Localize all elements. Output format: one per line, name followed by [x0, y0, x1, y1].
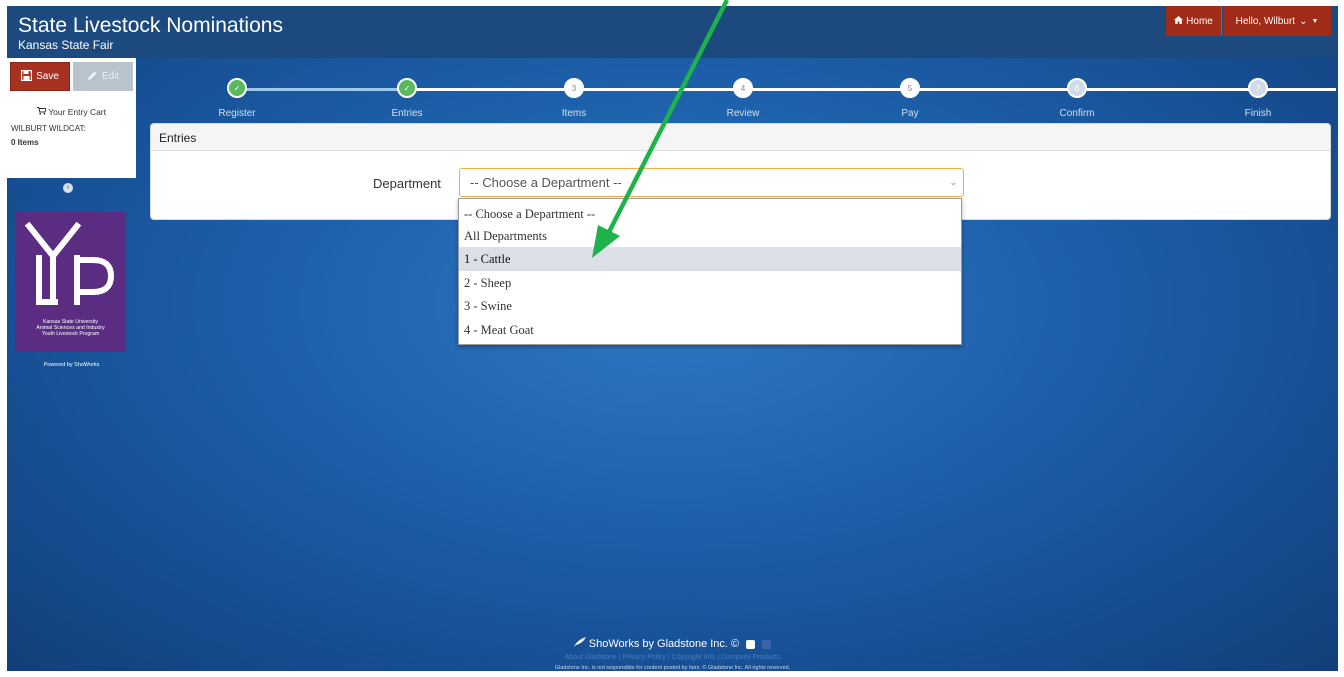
- step-connector: [406, 88, 1336, 91]
- step-finish-label: Finish: [1244, 108, 1272, 119]
- step-entries[interactable]: ✓: [397, 78, 417, 98]
- footer-link-copyright[interactable]: Copyright Info: [672, 654, 716, 661]
- caret-down-icon: ▼: [1311, 17, 1319, 25]
- step-items[interactable]: 3: [564, 78, 584, 98]
- twitter-icon[interactable]: [746, 639, 756, 649]
- facebook-icon[interactable]: [762, 639, 772, 649]
- user-menu-label: Hello, Wilburt: [1235, 15, 1296, 27]
- footer-brand: ShoWorks by Gladstone Inc. ©: [7, 637, 1338, 650]
- department-option[interactable]: 3 - Swine: [459, 294, 961, 318]
- chevron-down-icon: ⌄: [949, 177, 957, 187]
- step-register[interactable]: ✓: [227, 78, 247, 98]
- footer-brand-label: ShoWorks by Gladstone Inc. ©: [588, 638, 740, 650]
- step-pay[interactable]: 5: [900, 78, 920, 98]
- footer-links: About Gladstone | Privacy Policy | Copyr…: [564, 654, 781, 661]
- step-confirm[interactable]: 6: [1067, 78, 1087, 98]
- department-options-list: -- Choose a Department -- All Department…: [458, 198, 962, 345]
- lyp-logo-caption: Kansas State University Animal Sciences a…: [36, 319, 105, 338]
- step-number: 4: [740, 83, 746, 93]
- department-option[interactable]: -- Choose a Department --: [459, 202, 961, 226]
- step-connector: [236, 88, 406, 91]
- panel-heading: Entries: [151, 124, 1330, 151]
- sidebar-collapse-toggle[interactable]: ‹: [63, 183, 73, 193]
- home-label: Home: [1186, 15, 1213, 27]
- cart-owner: WILBURT WILDCAT:: [11, 124, 86, 133]
- department-label: Department: [373, 176, 441, 191]
- top-navbar: State Livestock Nominations Kansas State…: [7, 6, 1338, 58]
- step-number: 7: [1255, 83, 1261, 93]
- lyp-monogram: [24, 221, 115, 305]
- progress-stepper: ✓ Register ✓ Entries 3 Items 4 Review 5 …: [150, 76, 1336, 126]
- app-subtitle: Kansas State Fair: [18, 38, 114, 52]
- footer-link-products[interactable]: Company Products: [721, 654, 781, 661]
- edit-label: Edit: [101, 71, 120, 82]
- department-option[interactable]: 4 - Meat Goat: [459, 318, 961, 342]
- step-review-label: Review: [726, 108, 760, 119]
- step-number: 5: [907, 83, 913, 93]
- department-select-value: -- Choose a Department --: [470, 175, 622, 190]
- department-option-cattle[interactable]: 1 - Cattle: [459, 247, 961, 271]
- app-title: State Livestock Nominations: [18, 14, 283, 37]
- powered-by: Powered by ShoWorks: [43, 362, 100, 368]
- panel-title: Entries: [159, 131, 197, 145]
- home-icon: [1174, 15, 1184, 27]
- step-review[interactable]: 4: [733, 78, 753, 98]
- department-select[interactable]: -- Choose a Department -- ⌄: [459, 168, 964, 197]
- save-button[interactable]: Save: [10, 62, 70, 91]
- footer-link-privacy[interactable]: Privacy Policy: [622, 654, 666, 661]
- step-items-label: Items: [561, 108, 587, 119]
- step-number: 3: [571, 83, 577, 93]
- step-register-label: Register: [218, 108, 256, 119]
- cart-title[interactable]: Your Entry Cart: [7, 107, 136, 117]
- step-pay-label: Pay: [901, 108, 919, 119]
- step-finish[interactable]: 7: [1248, 78, 1268, 98]
- user-menu[interactable]: Hello, Wilburt ⌄ ▼: [1223, 6, 1331, 36]
- step-entries-label: Entries: [391, 108, 423, 119]
- chevron-down-icon: ⌄: [1299, 15, 1308, 27]
- cart-icon: [36, 107, 48, 117]
- edit-button[interactable]: Edit: [73, 62, 133, 91]
- entry-cart-card: Save Edit Your Entry Cart WILBURT WILDCA…: [7, 58, 136, 178]
- department-option[interactable]: 2 - Sheep: [459, 271, 961, 295]
- save-icon: [20, 69, 33, 84]
- save-label: Save: [36, 71, 59, 82]
- footer-disclaimer: Gladstone Inc. is not responsible for co…: [554, 665, 791, 671]
- home-link[interactable]: Home: [1166, 6, 1222, 36]
- edit-icon: [87, 70, 98, 84]
- chevron-left-icon: ‹: [66, 184, 70, 191]
- department-option[interactable]: All Departments: [459, 224, 961, 248]
- footer-link-about[interactable]: About Gladstone: [564, 654, 616, 661]
- lyp-logo: Kansas State University Animal Sciences a…: [15, 212, 126, 352]
- check-icon: ✓: [233, 83, 241, 93]
- step-confirm-label: Confirm: [1059, 108, 1095, 119]
- step-number: 6: [1074, 83, 1080, 93]
- cart-item-count: 0 Items: [11, 138, 39, 147]
- check-icon: ✓: [403, 83, 411, 93]
- showorks-feather-icon: [573, 637, 589, 650]
- cart-title-label: Your Entry Cart: [48, 107, 106, 117]
